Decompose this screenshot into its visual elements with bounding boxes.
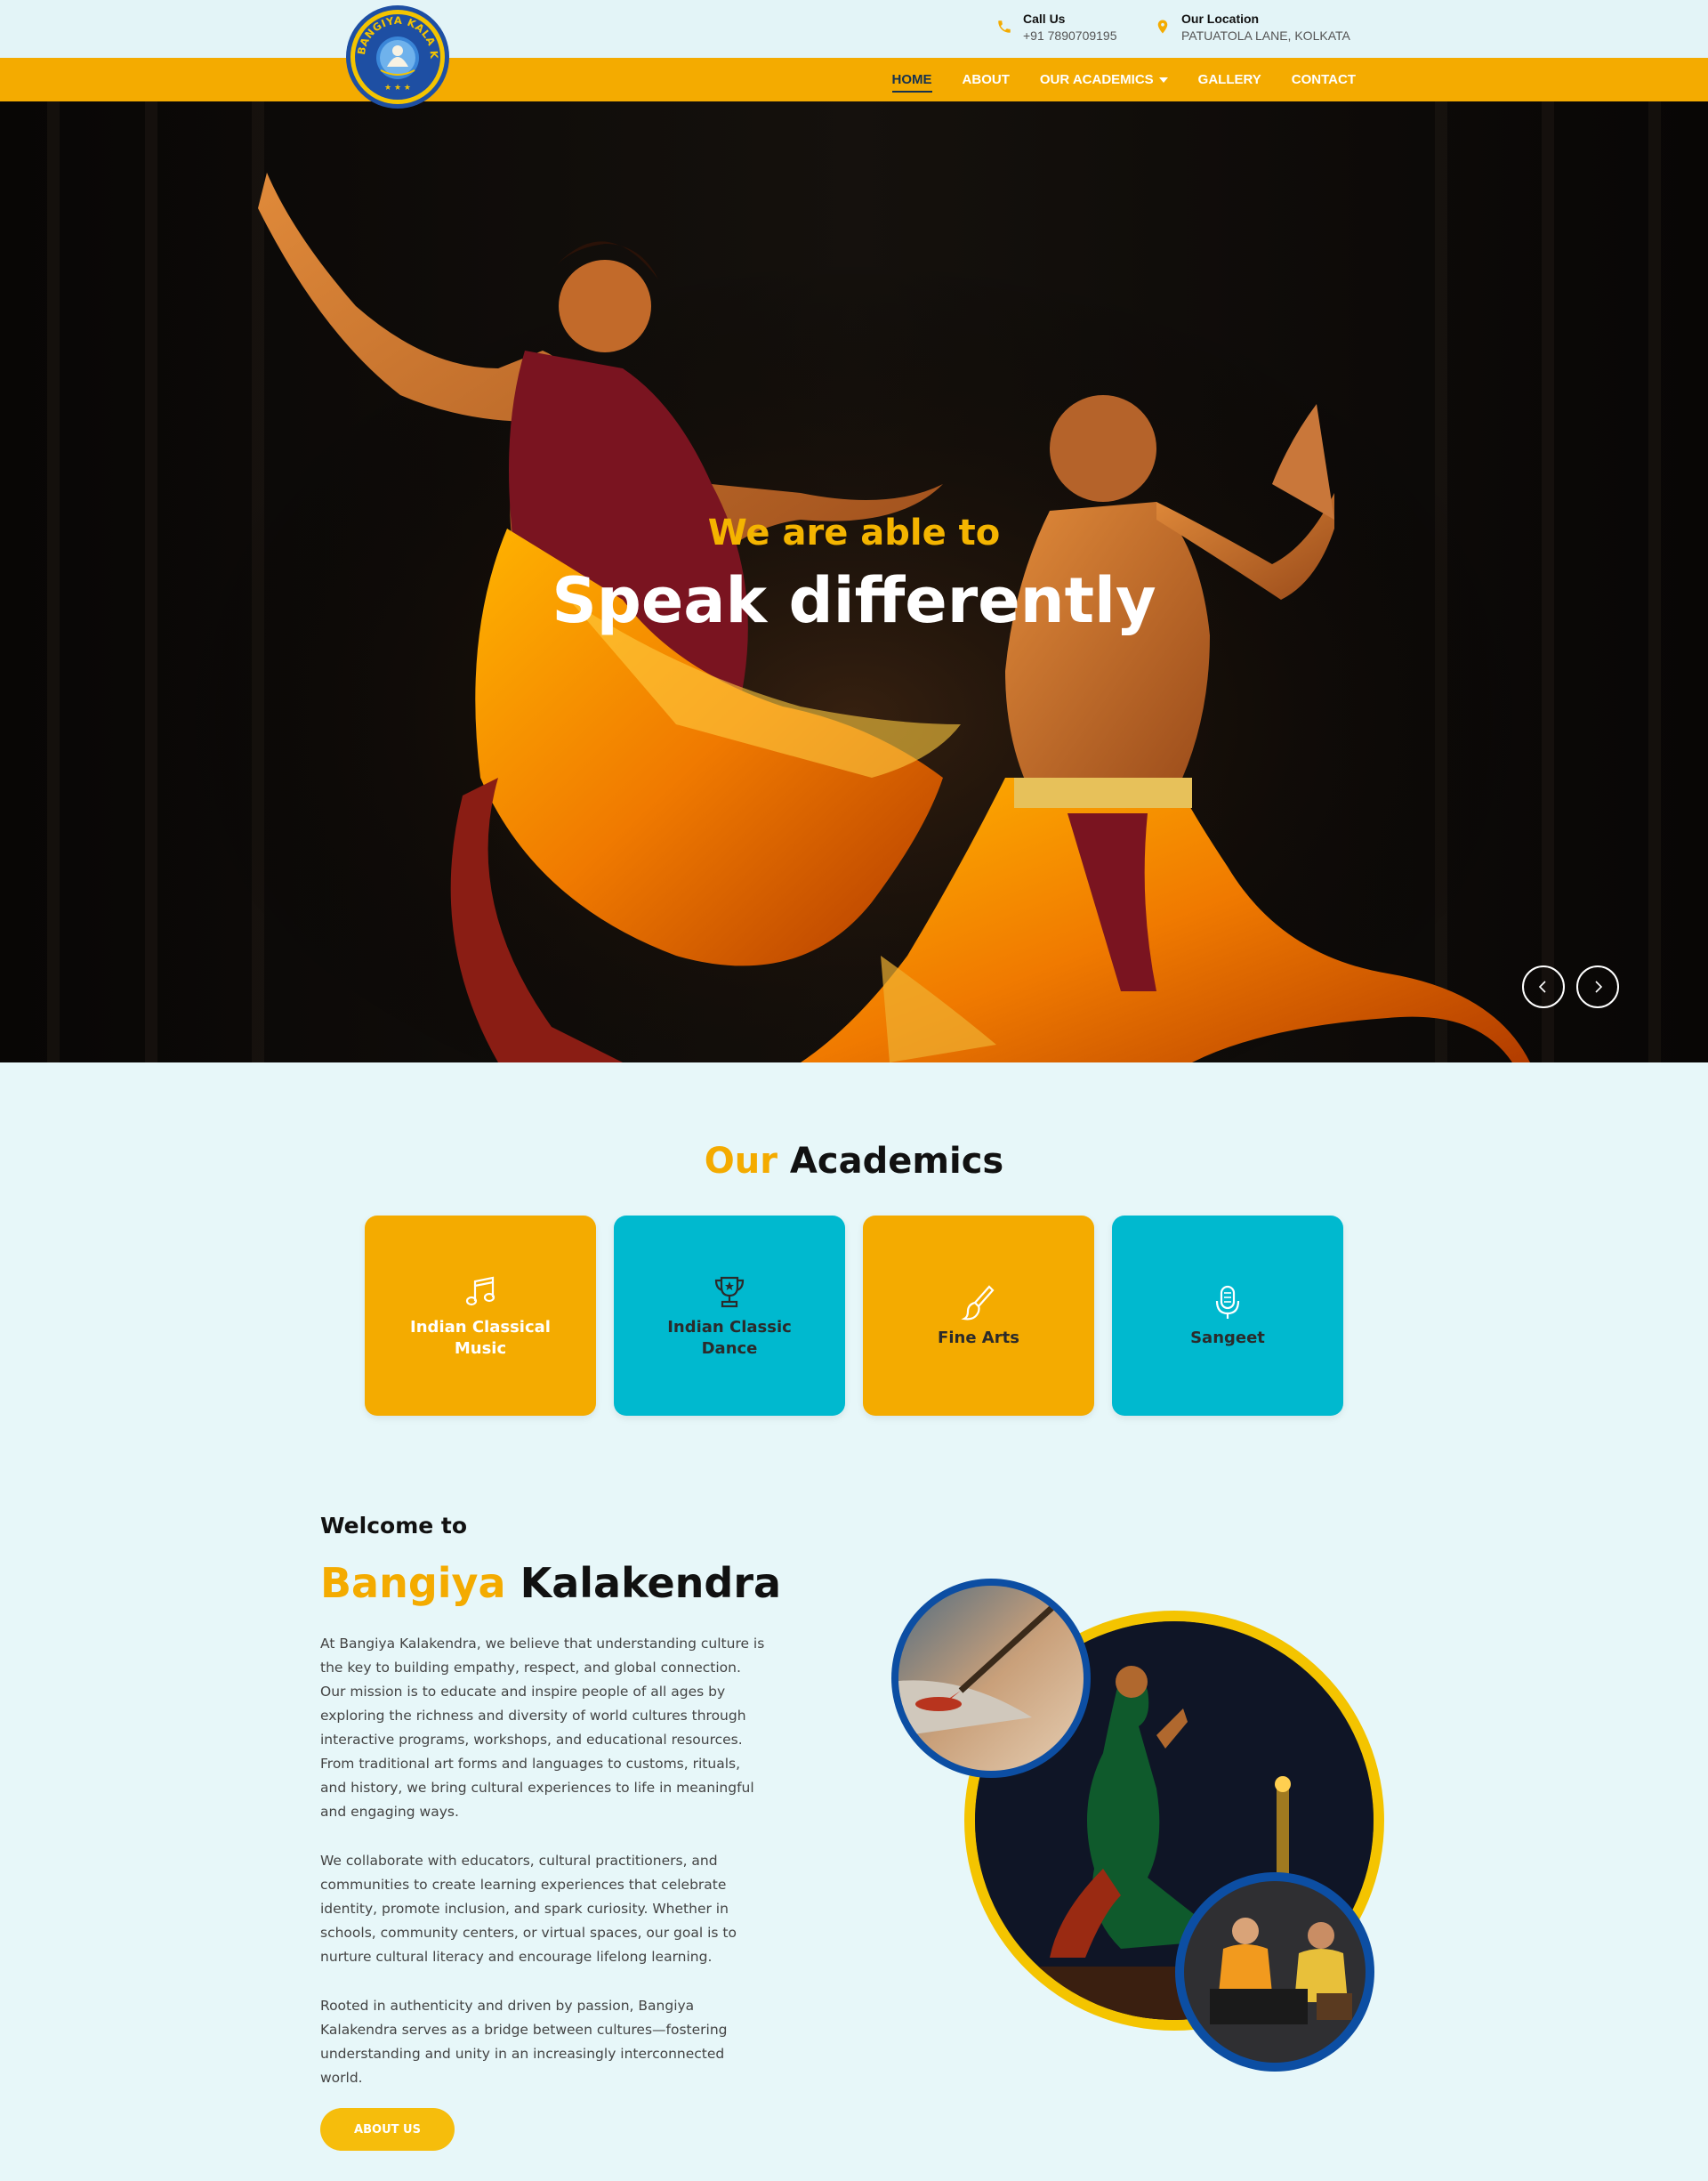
nav-home[interactable]: HOME: [891, 72, 932, 93]
card-label: Indian Classical Music: [410, 1317, 551, 1358]
hero-subtitle: We are able to: [707, 513, 1001, 553]
welcome-paragraph-3: Rooted in authenticity and driven by pas…: [320, 1998, 728, 2086]
academics-cards: Indian Classical Music Indian Classic Da…: [365, 1216, 1343, 1416]
welcome-pretitle: Welcome to: [320, 1513, 468, 1539]
nav-academics-label: OUR ACADEMICS: [1039, 72, 1154, 87]
nav-gallery-label: GALLERY: [1197, 72, 1261, 87]
chevron-left-icon: [1538, 981, 1546, 993]
nav-our-academics[interactable]: OUR ACADEMICS: [1040, 72, 1168, 87]
paintbrush-icon: [961, 1284, 995, 1320]
caret-down-icon: [1158, 77, 1168, 83]
welcome-title-rest: Kalakendra: [520, 1559, 782, 1607]
location-title: Our Location: [1181, 12, 1260, 26]
nav-about-label: ABOUT: [962, 72, 1010, 87]
main-nav: HOME ABOUT OUR ACADEMICS GALLERY CONTACT: [891, 58, 1356, 101]
card-fine-arts[interactable]: Fine Arts: [863, 1216, 1094, 1416]
svg-text:★ ★ ★: ★ ★ ★: [384, 84, 411, 93]
slider-next-button[interactable]: [1576, 965, 1619, 1008]
welcome-title-highlight: Bangiya: [320, 1559, 506, 1607]
nav-contact-label: CONTACT: [1291, 72, 1356, 87]
about-us-button[interactable]: ABOUT US: [320, 2108, 455, 2151]
nav-about[interactable]: ABOUT: [963, 72, 1010, 87]
card-label: Indian Classic Dance: [667, 1317, 792, 1358]
nav-gallery[interactable]: GALLERY: [1198, 72, 1261, 87]
call-us-block[interactable]: Call Us +91 7890709195: [996, 11, 1117, 44]
phone-icon: [998, 20, 1011, 33]
hero-title: Speak differently: [552, 564, 1156, 637]
trophy-icon: [714, 1276, 745, 1307]
welcome-title: Bangiya Kalakendra: [320, 1559, 781, 1607]
microphone-icon: [1215, 1285, 1240, 1319]
top-contact-bar: Call Us +91 7890709195 Our Location PATU…: [0, 0, 1708, 58]
card-indian-classic-dance[interactable]: Indian Classic Dance: [614, 1216, 845, 1416]
music-note-icon: [465, 1276, 495, 1305]
welcome-paragraph-1: At Bangiya Kalakendra, we believe that u…: [320, 1636, 765, 1820]
welcome-image-collage: [891, 1579, 1384, 2072]
main-navbar: HOME ABOUT OUR ACADEMICS GALLERY CONTACT: [0, 58, 1708, 101]
location-block[interactable]: Our Location PATUATOLA LANE, KOLKATA: [1155, 11, 1350, 44]
call-us-title: Call Us: [1023, 12, 1066, 26]
card-label: Fine Arts: [938, 1328, 1019, 1347]
nav-contact[interactable]: CONTACT: [1292, 72, 1356, 87]
site-logo[interactable]: BANGIYA KALA KENDRA ★ ★ ★: [345, 4, 450, 109]
slider-prev-button[interactable]: [1522, 965, 1565, 1008]
hero-slider: We are able to Speak differently: [0, 101, 1708, 1062]
location-address: PATUATOLA LANE, KOLKATA: [1181, 28, 1350, 43]
card-indian-classical-music[interactable]: Indian Classical Music: [365, 1216, 596, 1416]
welcome-paragraph-2: We collaborate with educators, cultural …: [320, 1853, 737, 1965]
card-label: Sangeet: [1190, 1328, 1265, 1347]
academics-heading-highlight: Our: [704, 1141, 777, 1182]
nav-home-label: HOME: [891, 72, 932, 87]
phone-number[interactable]: +91 7890709195: [1023, 27, 1117, 44]
location-pin-icon: [1157, 20, 1168, 34]
card-sangeet[interactable]: Sangeet: [1112, 1216, 1343, 1416]
chevron-right-icon: [1595, 981, 1603, 993]
academics-heading: Our Academics: [0, 1141, 1708, 1182]
academics-heading-rest: Academics: [789, 1141, 1004, 1182]
